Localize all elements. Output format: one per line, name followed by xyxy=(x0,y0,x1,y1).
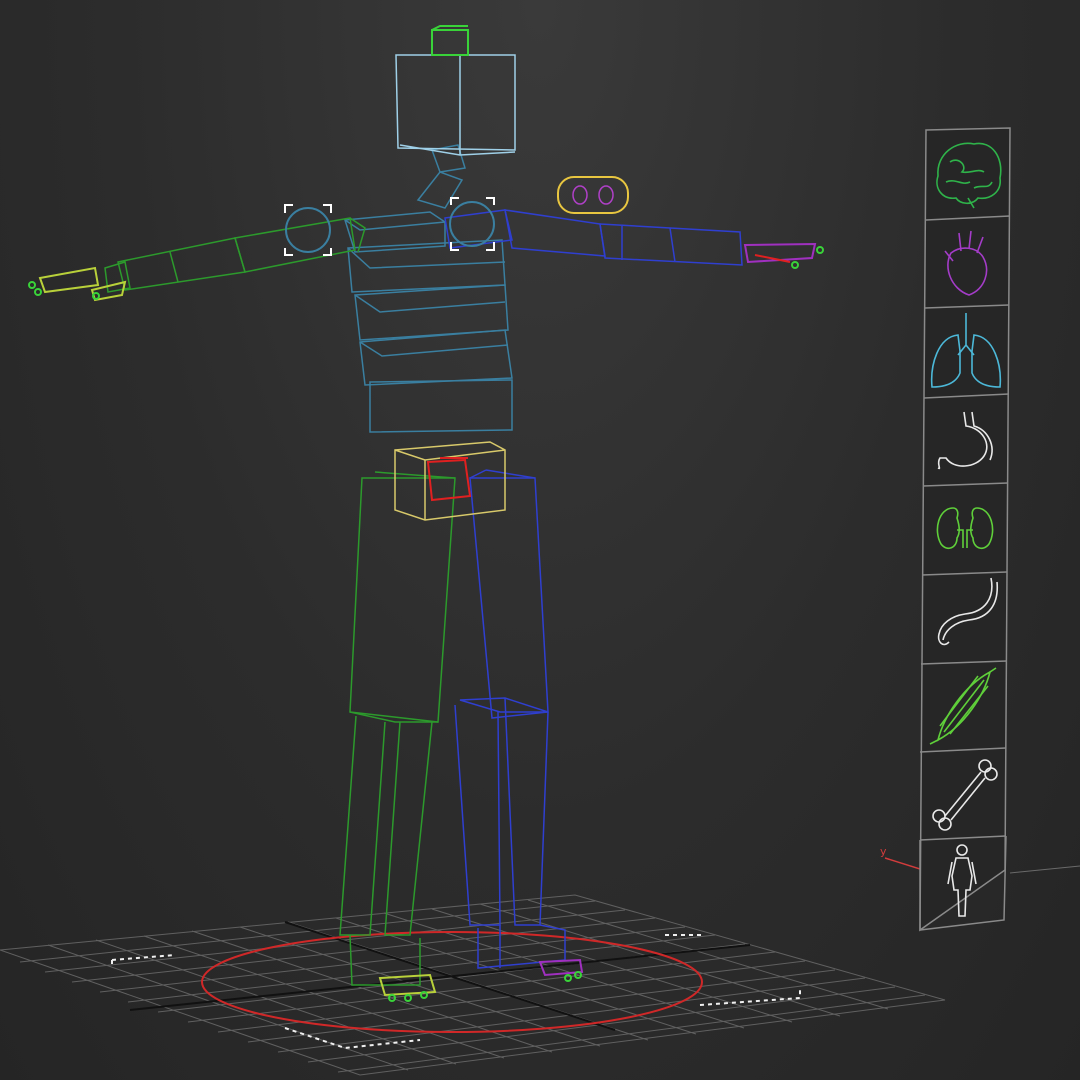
pelvis[interactable] xyxy=(394,441,506,521)
center-of-mass[interactable] xyxy=(426,457,472,502)
head-tip[interactable] xyxy=(431,25,469,56)
3d-viewport[interactable]: y xyxy=(0,0,1080,1080)
right-leg[interactable] xyxy=(454,469,566,969)
axis-y-label: y xyxy=(880,845,887,858)
spine[interactable] xyxy=(347,239,513,433)
ground-axes xyxy=(129,921,751,1031)
eyes-gizmo[interactable] xyxy=(557,176,629,214)
right-hand[interactable] xyxy=(743,242,824,269)
shoulder-selector-left[interactable] xyxy=(284,204,332,256)
ground-grid xyxy=(0,894,946,1076)
organ-panel[interactable] xyxy=(919,127,1011,932)
viewport-scene[interactable]: y xyxy=(0,0,1080,1080)
left-hand[interactable] xyxy=(28,266,127,302)
head[interactable] xyxy=(395,54,516,156)
